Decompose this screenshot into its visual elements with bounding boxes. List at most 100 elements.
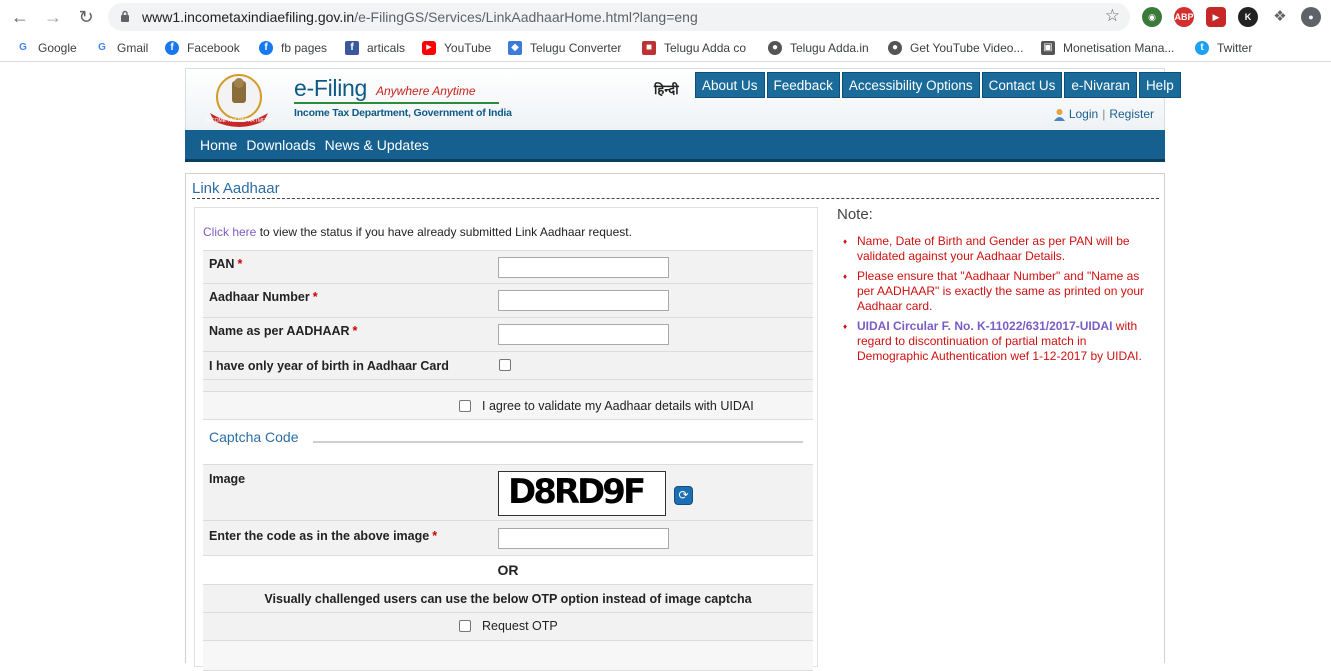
extension-globe-icon[interactable]: ◉ — [1142, 7, 1162, 27]
bookmark-label: Telugu Adda co — [664, 41, 747, 55]
bookmark-articals[interactable]: f articals — [345, 40, 405, 56]
bookmark-label: Facebook — [187, 41, 240, 55]
title-divider — [192, 198, 1159, 199]
captcha-code-input[interactable] — [498, 528, 669, 549]
video-extension-icon[interactable]: ▶ — [1206, 7, 1226, 27]
note-title: Note: — [837, 206, 873, 223]
captcha-image-row: Image D8RD9F ⟳ — [203, 464, 813, 521]
bookmark-youtube[interactable]: ▶ YouTube — [422, 40, 491, 56]
nav-feedback[interactable]: Feedback — [766, 72, 840, 98]
main-content: Link Aadhaar Click here to view the stat… — [185, 173, 1165, 671]
yob-checkbox[interactable] — [499, 359, 511, 371]
nav-help[interactable]: Help — [1138, 72, 1181, 98]
link-aadhaar-form: Click here to view the status if you hav… — [194, 207, 818, 671]
pan-row: PAN * — [203, 250, 813, 284]
agree-checkbox[interactable] — [459, 400, 471, 412]
site-header: INCOME TAX DEPARTMENT e-Filing Anywhere … — [185, 68, 1181, 130]
k-extension-icon[interactable]: K — [1238, 7, 1258, 27]
form-footer-row — [203, 641, 813, 671]
request-otp-row: Request OTP — [203, 613, 813, 641]
otp-notice: Visually challenged users can use the be… — [264, 592, 752, 606]
bookmark-facebook[interactable]: f Facebook — [165, 40, 240, 56]
request-otp-checkbox[interactable] — [459, 620, 471, 632]
note-item: Name, Date of Birth and Gender as per PA… — [841, 234, 1151, 264]
bookmark-label: Google — [38, 41, 77, 55]
page-title: Link Aadhaar — [192, 180, 280, 197]
facebook-icon: f — [165, 41, 179, 55]
bookmarks-bar: G Google G Gmail f Facebook f fb pages f arti… — [0, 34, 1331, 62]
income-tax-emblem-icon: INCOME TAX DEPARTMENT — [206, 74, 272, 127]
nav-home[interactable]: Home — [200, 137, 237, 153]
adblock-plus-icon[interactable]: ABP — [1174, 7, 1194, 27]
nav-e-nivaran[interactable]: e-Nivaran — [1064, 72, 1137, 98]
bookmark-fb-pages[interactable]: f fb pages — [259, 40, 327, 56]
top-nav: About Us Feedback Accessibility Options … — [693, 72, 1181, 98]
bookmark-google[interactable]: G Google — [16, 40, 77, 56]
note-item: Please ensure that "Aadhaar Number" and … — [841, 269, 1151, 314]
or-text: OR — [497, 562, 519, 578]
bookmark-telugu-adda-co[interactable]: ■ Telugu Adda co — [642, 40, 746, 56]
bookmark-label: Twitter — [1217, 41, 1253, 55]
svg-text:INCOME TAX DEPARTMENT: INCOME TAX DEPARTMENT — [206, 118, 272, 124]
nav-accessibility-options[interactable]: Accessibility Options — [841, 72, 980, 98]
bookmark-monetisation[interactable]: ▣ Monetisation Mana... — [1041, 40, 1174, 56]
bookmark-get-youtube-video[interactable]: ● Get YouTube Video... — [888, 40, 1023, 56]
captcha-heading: Captcha Code — [209, 429, 299, 445]
logo-title: e-Filing — [294, 75, 368, 101]
note-item: UIDAI Circular F. No. K-11022/631/2017-U… — [841, 319, 1151, 364]
aadhaar-label: Aadhaar Number * — [209, 290, 318, 304]
globe-icon: ● — [888, 41, 902, 55]
name-as-per-aadhaar-input[interactable] — [498, 324, 669, 345]
bookmark-twitter[interactable]: t Twitter — [1195, 40, 1252, 56]
pan-input[interactable] — [498, 257, 669, 278]
bookmark-star-icon[interactable]: ☆ — [1105, 6, 1120, 26]
separator: | — [1102, 107, 1106, 121]
nav-about-us[interactable]: About Us — [695, 72, 765, 98]
address-bar[interactable]: www1.incometaxindiaefiling.gov.in/e-Fili… — [108, 3, 1130, 31]
or-row: OR — [203, 556, 813, 585]
url-path: /e-FilingGS/Services/LinkAadhaarHome.htm… — [354, 9, 698, 25]
register-link[interactable]: Register — [1109, 107, 1154, 121]
facebook-icon: f — [259, 41, 273, 55]
logo-divider — [294, 102, 499, 104]
bookmark-label: Telugu Converter — [530, 41, 622, 55]
captcha-code-row: Enter the code as in the above image * — [203, 521, 813, 556]
nav-news-updates[interactable]: News & Updates — [325, 137, 429, 153]
captcha-image-label: Image — [209, 472, 246, 486]
refresh-captcha-icon[interactable]: ⟳ — [674, 486, 693, 505]
nav-downloads[interactable]: Downloads — [246, 137, 315, 153]
hindi-language-link[interactable]: हिन्दी — [654, 80, 679, 98]
agree-row: I agree to validate my Aadhaar details w… — [203, 392, 813, 420]
youtube-icon: ▶ — [422, 41, 436, 55]
shield-icon: ◆ — [508, 41, 522, 55]
google-icon: G — [16, 41, 30, 55]
captcha-divider — [313, 441, 803, 443]
efiling-site: INCOME TAX DEPARTMENT e-Filing Anywhere … — [185, 68, 1181, 671]
back-arrow-icon[interactable]: ← — [9, 6, 31, 28]
request-otp-label: Request OTP — [482, 619, 558, 633]
bookmark-label: Monetisation Mana... — [1063, 41, 1175, 55]
uidai-circular-link[interactable]: UIDAI Circular F. No. K-11022/631/2017-U… — [857, 319, 1112, 333]
bookmark-label: Gmail — [117, 41, 149, 55]
extensions-puzzle-icon[interactable]: ❖ — [1270, 7, 1290, 27]
profile-avatar-icon[interactable]: ● — [1301, 7, 1321, 27]
site-icon: ■ — [642, 41, 656, 55]
view-status-link[interactable]: Click here — [203, 225, 256, 239]
url-text[interactable]: www1.incometaxindiaefiling.gov.in/e-Fili… — [142, 9, 698, 25]
logo-tagline: Anywhere Anytime — [376, 84, 476, 98]
bookmark-label: Get YouTube Video... — [910, 41, 1024, 55]
aadhaar-number-input[interactable] — [498, 290, 669, 311]
nav-contact-us[interactable]: Contact Us — [981, 72, 1063, 98]
login-link[interactable]: Login — [1069, 107, 1098, 121]
login-register: Login | Register — [1053, 107, 1154, 121]
bookmark-gmail[interactable]: G Gmail — [95, 40, 148, 56]
status-message: Click here to view the status if you hav… — [203, 225, 632, 239]
bookmark-telugu-adda-in[interactable]: ● Telugu Adda.in — [768, 40, 869, 56]
forward-arrow-icon[interactable]: → — [42, 6, 64, 28]
bookmark-telugu-converter[interactable]: ◆ Telugu Converter — [508, 40, 621, 56]
otp-notice-row: Visually challenged users can use the be… — [203, 585, 813, 613]
status-text: to view the status if you have already s… — [256, 225, 632, 239]
reload-icon[interactable]: ↻ — [75, 6, 97, 28]
aadhaar-row: Aadhaar Number * — [203, 284, 813, 318]
globe-icon: ● — [768, 41, 782, 55]
